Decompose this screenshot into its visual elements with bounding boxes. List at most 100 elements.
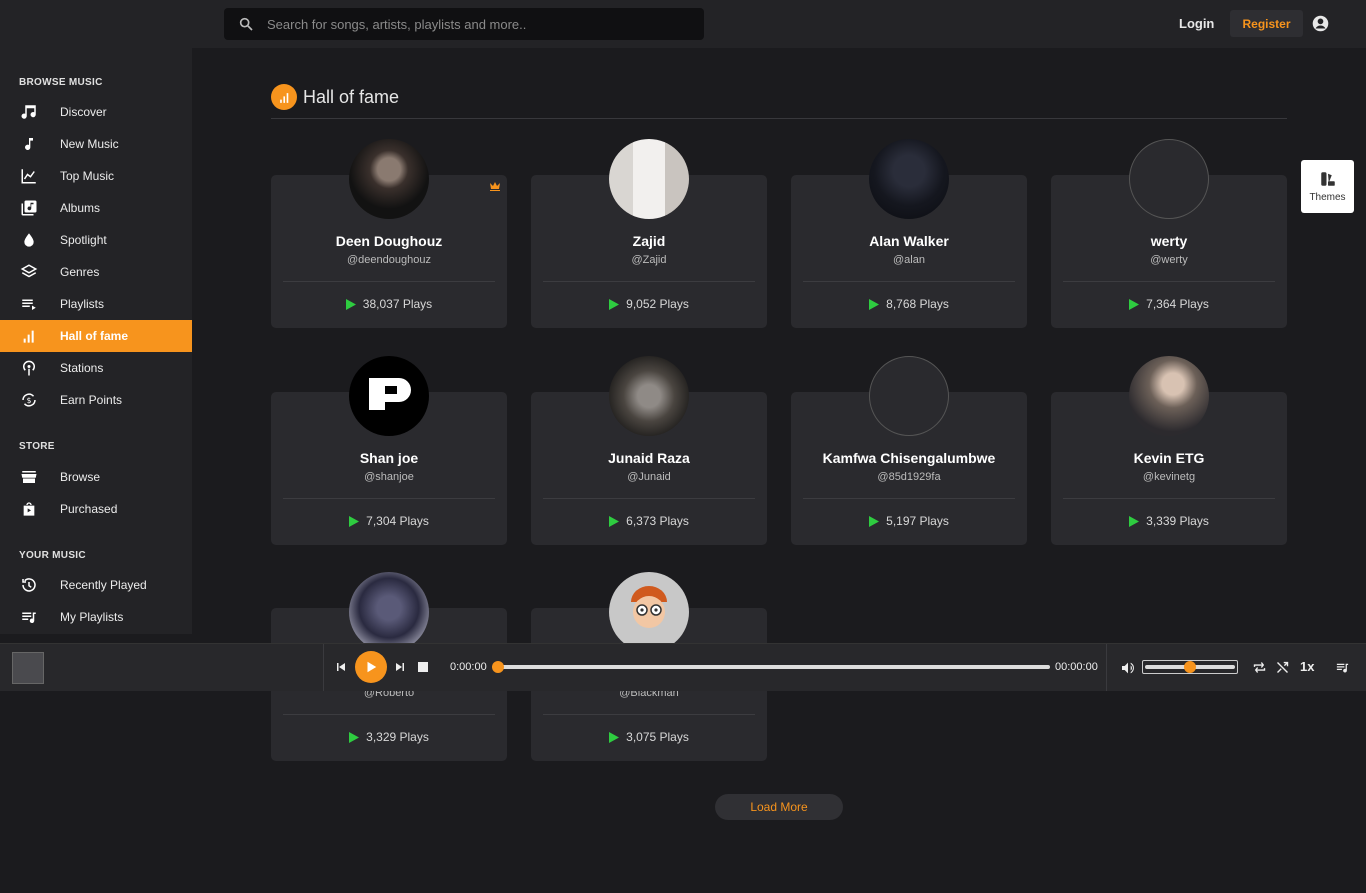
artist-name[interactable]: Alan Walker [791,233,1027,249]
repeat-button[interactable] [1251,659,1267,675]
themes-button[interactable]: Themes [1301,160,1354,213]
stop-icon [418,662,428,672]
search-bar[interactable] [224,8,704,40]
sidebar-item-label: Top Music [60,169,115,183]
play-icon [367,661,377,673]
artist-avatar[interactable] [609,139,689,219]
browse-music-heading: BROWSE MUSIC [19,77,103,88]
top-bar: Login Register [192,0,1366,48]
sidebar-item-label: Recently Played [60,578,147,592]
sidebar-item-label: Spotlight [60,233,107,247]
sidebar-item-top-music[interactable]: Top Music [0,160,192,192]
queue-music-icon [1336,663,1348,673]
player-divider [1106,644,1107,691]
login-link[interactable]: Login [1179,16,1214,31]
card-divider [1063,281,1275,282]
load-more-button[interactable]: Load More [715,794,843,820]
music-note-icon [19,102,39,122]
sidebar-item-playlists[interactable]: Playlists [0,288,192,320]
card-divider [543,714,755,715]
sidebar-item-label: Hall of fame [60,329,129,343]
artist-handle: @deendoughouz [347,254,431,266]
play-icon [869,515,880,527]
sidebar-item-new-music[interactable]: New Music [0,128,192,160]
artist-name[interactable]: Kevin ETG [1051,450,1287,466]
artist-name[interactable]: werty [1051,233,1287,249]
play-count: 5,197 Plays [791,514,1027,528]
play-icon [349,731,360,743]
trending-icon [19,166,39,186]
volume-handle[interactable] [1184,661,1196,673]
queue-button[interactable] [1333,659,1351,675]
sidebar-item-label: Earn Points [60,393,123,407]
play-icon [1129,515,1140,527]
next-button[interactable] [393,660,407,674]
artist-avatar[interactable] [1129,356,1209,436]
bar-chart-icon [271,84,297,110]
register-button[interactable]: Register [1230,10,1303,37]
progress-handle[interactable] [492,661,504,673]
artist-avatar[interactable] [609,572,689,652]
sidebar-item-purchased[interactable]: Purchased [0,493,192,525]
store-heading: STORE [19,441,55,452]
sidebar-item-earn-points[interactable]: $ Earn Points [0,384,192,416]
palette-icon [1320,172,1335,186]
sidebar-item-my-playlists[interactable]: My Playlists [0,601,192,633]
sidebar-item-albums[interactable]: Albums [0,192,192,224]
volume-button[interactable] [1119,659,1137,677]
bar-chart-icon [19,326,39,346]
play-count: 7,364 Plays [1051,297,1287,311]
page-title: Hall of fame [303,86,400,107]
sidebar-item-spotlight[interactable]: Spotlight [0,224,192,256]
history-icon [19,575,39,595]
card-divider [803,281,1015,282]
artist-name[interactable]: Deen Doughouz [271,233,507,249]
artist-name[interactable]: Kamfwa Chisengalumbwe [791,450,1027,466]
artist-avatar[interactable] [869,139,949,219]
artist-avatar[interactable] [349,572,429,652]
your-music-heading: YOUR MUSIC [19,550,86,561]
sidebar-item-genres[interactable]: Genres [0,256,192,288]
play-count: 6,373 Plays [531,514,767,528]
playlist-icon [19,294,39,314]
title-divider [271,118,1287,119]
card-divider [283,714,495,715]
artist-handle: @werty [1150,254,1188,266]
artist-avatar[interactable] [1129,139,1209,219]
play-icon [609,515,620,527]
play-icon [345,298,356,310]
artist-handle: @alan [893,254,925,266]
album-icon [19,198,39,218]
search-input[interactable] [267,16,687,32]
sidebar-item-stations[interactable]: Stations [0,352,192,384]
sidebar-item-label: Purchased [60,502,118,516]
artist-name[interactable]: Junaid Raza [531,450,767,466]
artist-avatar[interactable] [609,356,689,436]
volume-slider[interactable] [1142,660,1238,674]
sidebar-item-discover[interactable]: Discover [0,96,192,128]
sidebar-item-label: New Music [60,137,119,151]
previous-button[interactable] [334,660,348,674]
repeat-icon [1253,661,1265,673]
playback-speed-button[interactable]: 1x [1300,659,1314,674]
artist-name[interactable]: Zajid [531,233,767,249]
artist-avatar[interactable] [869,356,949,436]
sidebar-item-browse[interactable]: Browse [0,461,192,493]
artist-name[interactable]: Shan joe [271,450,507,466]
stop-button[interactable] [417,661,429,673]
play-count: 3,075 Plays [531,730,767,744]
sidebar-item-label: Playlists [60,297,105,311]
account-icon[interactable] [1312,15,1329,32]
note-icon [19,134,39,154]
artist-avatar[interactable] [349,139,429,219]
artist-avatar[interactable] [349,356,429,436]
shuffle-button[interactable] [1274,659,1290,675]
play-count: 3,329 Plays [271,730,507,744]
sidebar-item-recently-played[interactable]: Recently Played [0,569,192,601]
artist-handle: @kevinetg [1142,471,1196,483]
skip-next-icon [396,663,404,671]
progress-track[interactable] [498,665,1050,669]
sidebar-item-hall-of-fame[interactable]: Hall of fame [0,320,192,352]
player-divider [323,644,324,691]
play-button[interactable] [355,651,387,683]
